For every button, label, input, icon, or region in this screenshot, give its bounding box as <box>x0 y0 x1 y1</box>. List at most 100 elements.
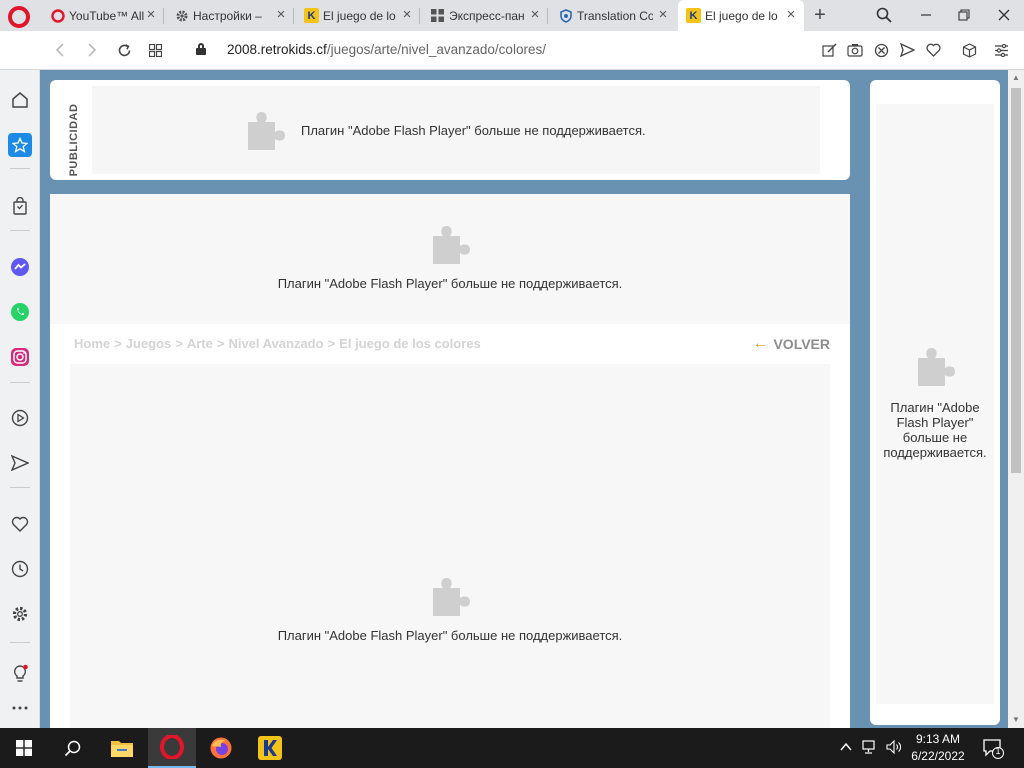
lightbulb-icon[interactable] <box>8 662 32 686</box>
flow-send-icon[interactable] <box>8 451 32 475</box>
notification-center-icon[interactable]: 1 <box>982 737 1004 762</box>
more-icon[interactable] <box>8 696 32 720</box>
vertical-scrollbar[interactable]: ▲ ▼ <box>1008 70 1024 728</box>
flash-unsupported-message: Плагин "Adobe Flash Player" больше не по… <box>883 400 987 460</box>
reload-button[interactable] <box>114 40 134 60</box>
sidebar-divider <box>10 230 30 231</box>
new-tab-button[interactable]: + <box>810 4 830 27</box>
clock-date: 6/22/2022 <box>911 749 965 763</box>
close-icon[interactable]: × <box>528 7 542 23</box>
breadcrumb-home[interactable]: Home <box>74 336 110 351</box>
back-button[interactable] <box>50 40 70 60</box>
messenger-icon[interactable] <box>8 255 32 279</box>
start-button[interactable] <box>0 728 48 768</box>
tab-express-panel[interactable]: Экспресс-пан × <box>422 0 548 31</box>
opera-o-icon <box>50 8 65 23</box>
search-tabs-icon[interactable] <box>872 4 896 26</box>
speed-dial-star-icon[interactable] <box>8 133 32 157</box>
minimize-button[interactable] <box>914 4 938 26</box>
edit-icon[interactable] <box>820 41 838 59</box>
close-icon[interactable]: × <box>274 7 288 23</box>
game-flash-placeholder[interactable]: Плагин "Adobe Flash Player" больше не по… <box>70 364 830 728</box>
sidebar-divider <box>10 487 30 488</box>
ad-banner-top: PUBLICIDAD Плагин "Adobe Flash Player" б… <box>50 80 850 180</box>
tab-translation[interactable]: Translation Co × <box>550 0 676 31</box>
arrow-left-icon: ← <box>752 335 769 352</box>
speed-dial-grid-icon[interactable] <box>145 40 165 60</box>
tab-settings[interactable]: Настройки – × <box>166 0 294 31</box>
home-icon[interactable] <box>8 88 32 112</box>
tab-juego-active[interactable]: K El juego de lo × <box>678 0 804 31</box>
system-clock[interactable]: 9:13 AM 6/22/2022 <box>906 731 970 765</box>
send-icon[interactable] <box>898 41 916 59</box>
tab-title: El juego de lo <box>323 8 396 23</box>
flash-unsupported-message: Плагин "Adobe Flash Player" больше не по… <box>301 122 646 138</box>
bookmarks-heart-icon[interactable] <box>8 512 32 536</box>
opera-taskbar-icon[interactable] <box>148 728 196 768</box>
breadcrumb: Home > Juegos > Arte > Nivel Avanzado > … <box>74 336 481 351</box>
flash-plugin-placeholder[interactable]: Плагин "Adobe Flash Player" больше не по… <box>92 86 820 174</box>
shopping-bag-icon[interactable] <box>8 194 32 218</box>
tab-divider <box>547 8 548 24</box>
puzzle-piece-icon <box>433 226 470 264</box>
breadcrumb-nivel-avanzado[interactable]: Nivel Avanzado <box>228 336 323 351</box>
volver-button[interactable]: ← VOLVER <box>752 335 830 353</box>
gear-icon <box>174 8 189 23</box>
scroll-down-arrow-icon[interactable]: ▼ <box>1008 712 1024 728</box>
flash-plugin-placeholder[interactable]: Плагин "Adobe Flash Player" больше не по… <box>50 194 850 324</box>
firefox-icon[interactable] <box>197 728 245 768</box>
whatsapp-icon[interactable] <box>8 300 32 324</box>
scroll-up-arrow-icon[interactable]: ▲ <box>1008 70 1024 86</box>
sidebar-divider <box>10 168 30 169</box>
cube-icon[interactable] <box>960 41 978 59</box>
tab-juego-1[interactable]: K El juego de lo × <box>296 0 420 31</box>
ad-blocker-icon[interactable] <box>872 41 890 59</box>
close-icon[interactable]: × <box>400 7 414 23</box>
restore-button[interactable] <box>952 4 976 26</box>
notification-count: 1 <box>995 746 1001 756</box>
close-icon[interactable]: × <box>656 7 670 23</box>
breadcrumb-arte[interactable]: Arte <box>187 336 213 351</box>
grid-icon <box>430 8 445 23</box>
instagram-icon[interactable] <box>8 345 32 369</box>
forward-button[interactable] <box>82 40 102 60</box>
retrokids-taskbar-icon[interactable] <box>246 728 294 768</box>
heart-icon[interactable] <box>924 41 942 59</box>
chevron-up-icon[interactable] <box>840 740 852 755</box>
flash-unsupported-message: Плагин "Adobe Flash Player" больше не по… <box>277 276 623 291</box>
network-icon[interactable] <box>862 740 878 757</box>
tab-divider <box>163 8 164 24</box>
main-content: Плагин "Adobe Flash Player" больше не по… <box>50 194 850 728</box>
scrollbar-thumb[interactable] <box>1011 88 1021 473</box>
opera-sidebar <box>0 70 40 728</box>
camera-icon[interactable] <box>846 41 864 59</box>
address-bar: 2008.retrokids.cf/juegos/arte/nivel_avan… <box>0 31 1024 70</box>
tab-youtube[interactable]: YouTube™ All × <box>42 0 164 31</box>
volume-icon[interactable] <box>886 739 902 757</box>
easy-setup-icon[interactable] <box>992 41 1010 59</box>
tab-divider <box>293 8 294 24</box>
flash-plugin-placeholder[interactable]: Плагин "Adobe Flash Player" больше не по… <box>876 104 994 704</box>
breadcrumb-juegos[interactable]: Juegos <box>126 336 172 351</box>
history-clock-icon[interactable] <box>8 557 32 581</box>
close-window-button[interactable] <box>992 4 1016 26</box>
tab-title: YouTube™ All <box>69 8 145 23</box>
publicidad-label: PUBLICIDAD <box>68 103 80 177</box>
opera-menu-icon[interactable] <box>8 6 30 28</box>
close-icon[interactable]: × <box>144 7 158 23</box>
search-icon[interactable] <box>48 728 96 768</box>
puzzle-piece-icon <box>918 348 955 386</box>
puzzle-piece-icon <box>248 112 285 150</box>
volver-label: VOLVER <box>773 336 830 352</box>
web-page: PUBLICIDAD Плагин "Adobe Flash Player" б… <box>40 70 1008 728</box>
player-icon[interactable] <box>8 406 32 430</box>
tab-strip: YouTube™ All × Настройки – × K El juego … <box>0 0 1024 31</box>
close-icon[interactable]: × <box>784 7 798 23</box>
tab-title: Translation Co <box>577 8 653 23</box>
settings-gear-icon[interactable] <box>8 602 32 626</box>
puzzle-piece-icon <box>433 578 470 616</box>
lock-icon[interactable] <box>196 43 206 55</box>
flash-unsupported-message: Плагин "Adobe Flash Player" больше не по… <box>277 628 623 643</box>
file-explorer-icon[interactable] <box>98 728 146 768</box>
url-field[interactable]: 2008.retrokids.cf/juegos/arte/nivel_avan… <box>227 42 546 57</box>
